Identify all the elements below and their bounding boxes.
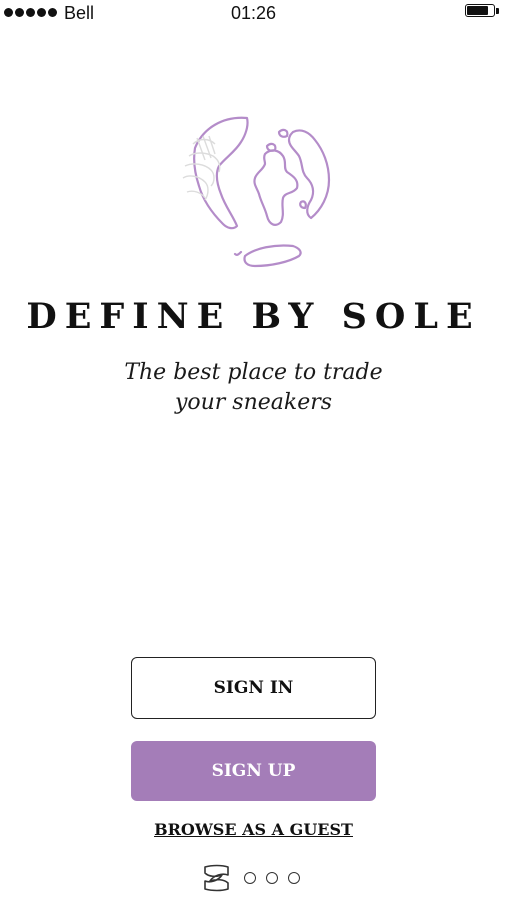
status-time: 01:26 [230,3,277,23]
page-dot-4[interactable] [288,872,300,884]
battery-icon [465,4,499,19]
page-dot-2[interactable] [244,872,256,884]
sign-up-button[interactable]: SIGN UP [131,741,376,801]
tagline-line-1: The best place to trade [124,360,383,385]
page-dot-3[interactable] [266,872,278,884]
page-indicator [200,860,300,896]
browse-as-guest-link[interactable]: BROWSE AS A GUEST [0,820,507,839]
sign-in-button[interactable]: SIGN IN [131,657,376,719]
sole-logo-icon[interactable] [200,861,234,895]
browse-as-guest-label: BROWSE AS A GUEST [154,820,353,839]
globe-sneaker-icon [182,116,331,268]
status-bar: Bell 01:26 [0,0,507,26]
tagline-line-2: your sneakers [174,390,333,415]
brand-title: DEFINE BY SOLE [26,296,481,337]
tagline: The best place to trade your sneakers [0,358,507,418]
